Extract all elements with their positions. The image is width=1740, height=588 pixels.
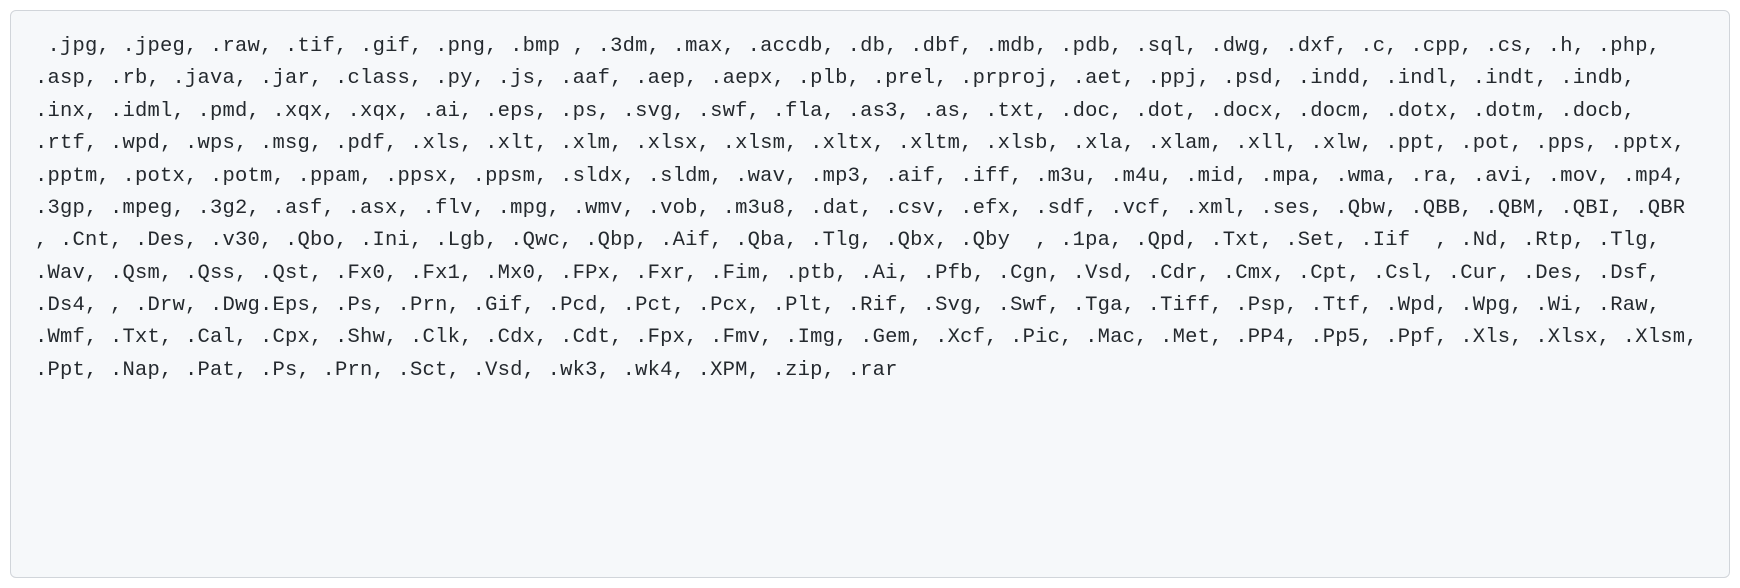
code-block-container: .jpg, .jpeg, .raw, .tif, .gif, .png, .bm… xyxy=(10,10,1730,578)
file-extensions-list: .jpg, .jpeg, .raw, .tif, .gif, .png, .bm… xyxy=(35,31,1705,387)
